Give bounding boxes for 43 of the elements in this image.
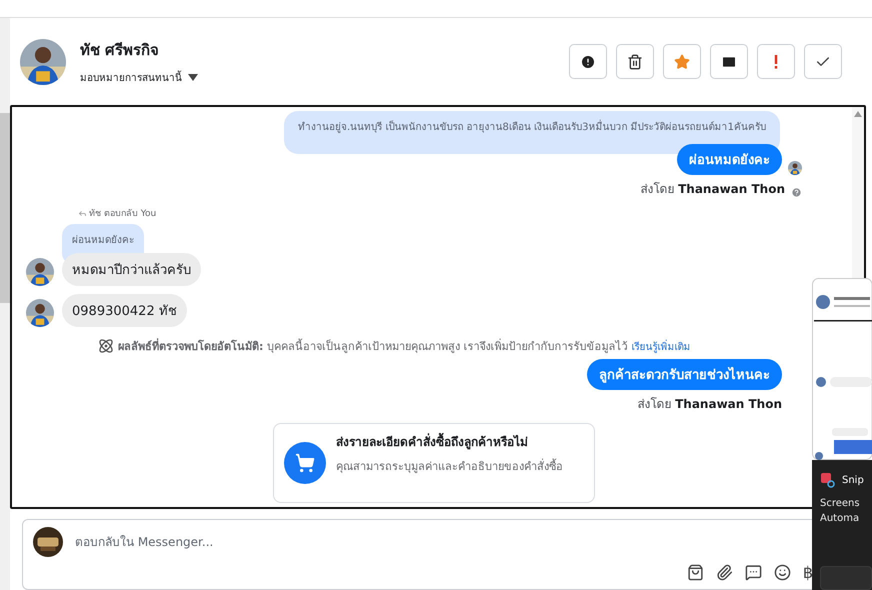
contact-name: ทัช ศรีพรกิจ — [80, 40, 160, 61]
page-avatar — [33, 527, 63, 557]
bag-icon[interactable] — [686, 564, 704, 581]
alert-icon — [580, 54, 596, 70]
trash-icon — [627, 54, 643, 70]
mail-button[interactable] — [710, 44, 748, 79]
seen-avatar — [788, 161, 802, 175]
learn-more-link[interactable]: เรียนรู้เพิ่มเติม — [631, 342, 690, 353]
message-bubble: ผ่อนหมดยังคะ — [677, 144, 782, 175]
avatar — [26, 258, 54, 286]
sender-label: ส่งโดย Thanawan Thon — [640, 181, 785, 198]
notice-text: ผลลัพธ์ที่ตรวจพบโดยอัตโนมัติ: บุคคลนี้อาจเป็นลูกค้าเป้าหมายคุณภาพสูง เราจึงเพิ่มป้ายกำกับการรับข้อมูลไว้ เรียนรู้เพิ่มเติม — [118, 337, 690, 355]
paperclip-icon[interactable] — [716, 564, 733, 581]
message-bubble: หมดมาปีกว่าแล้วครับ — [62, 253, 201, 286]
reply-text: ทัช ตอบกลับ You — [89, 208, 156, 220]
scrollbar-thumb[interactable] — [0, 113, 10, 303]
message-bubble: 0989300422 ทัช — [62, 294, 187, 327]
notification-toast[interactable]: Snip Screens Automa — [812, 460, 872, 590]
currency-icon[interactable]: ฿ — [802, 563, 813, 582]
star-icon — [674, 54, 690, 70]
spam-button[interactable] — [569, 44, 607, 79]
screenshot-preview-drawing[interactable] — [812, 278, 872, 460]
avatar — [20, 38, 66, 84]
star-button[interactable] — [663, 44, 701, 79]
caret-icon — [188, 74, 198, 81]
emoji-icon[interactable] — [774, 564, 791, 581]
scroll-up-icon[interactable] — [854, 111, 862, 117]
message-bubble: ลูกค้าสะดวกรับสายช่วงไหนคะ — [587, 359, 782, 390]
assign-dropdown[interactable]: มอบหมายการสนทนานี้ — [80, 70, 198, 85]
help-icon[interactable] — [791, 187, 802, 198]
avatar — [26, 299, 54, 327]
card-text: คุณสามารถระบุมูลค่าและคำอธิบายของคำสั่งซื้อ — [336, 458, 563, 475]
chat-icon[interactable] — [744, 564, 762, 581]
sender-label: ส่งโดย Thanawan Thon — [637, 396, 782, 413]
quoted-message: ทำงานอยู่จ.นนทบุรี เป็นพนักงานขับรถ อายุงาน8เดือน เงินเดือนรับ3หมื่นบวก มีประวัติผ่อนรถยนต์มา1คันครับ — [284, 111, 780, 154]
reply-icon — [78, 208, 87, 218]
delete-button[interactable] — [616, 44, 654, 79]
notification-text: Screens Automa — [820, 497, 861, 526]
card-title: ส่งรายละเอียดคำสั่งซื้อถึงลูกค้าหรือไม่ — [336, 432, 563, 451]
atom-icon — [98, 338, 114, 354]
cart-icon — [284, 442, 326, 484]
app-name: Snip — [842, 474, 864, 486]
exclamation-icon — [774, 54, 778, 68]
